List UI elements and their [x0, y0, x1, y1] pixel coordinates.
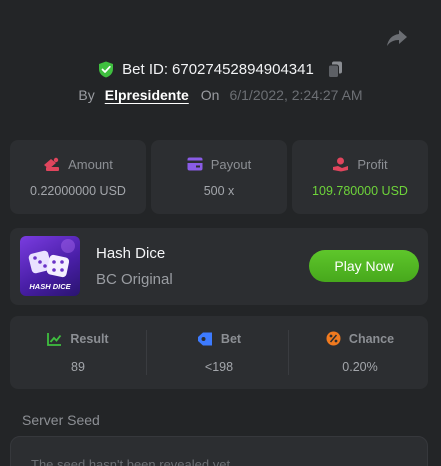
- chance-header: Chance: [326, 331, 394, 346]
- bet-date: 6/1/2022, 2:24:27 AM: [229, 87, 363, 103]
- on-label: On: [200, 87, 220, 103]
- shield-check-icon: [99, 61, 114, 77]
- amount-value: 0.22000000 USD: [30, 183, 126, 198]
- profit-label: Profit: [357, 156, 388, 172]
- share-icon: [387, 30, 407, 46]
- result-label: Result: [70, 331, 109, 346]
- payout-header: Payout: [187, 157, 251, 172]
- game-thumbnail[interactable]: HASH DICE: [20, 236, 80, 296]
- server-seed-text: The seed hasn't been revealed yet: [31, 457, 231, 466]
- server-seed-label: Server Seed: [22, 412, 100, 428]
- result-icon: [47, 332, 62, 346]
- amount-label: Amount: [68, 156, 113, 172]
- bet-icon: [197, 332, 212, 345]
- game-card: HASH DICE Hash Dice BC Original Play Now: [10, 228, 428, 305]
- bet-id-label: Bet ID:: [122, 60, 169, 78]
- game-thumb-text: HASH DICE: [29, 282, 71, 291]
- result-header: Result: [47, 331, 109, 346]
- share-button[interactable]: [385, 27, 409, 49]
- divider: [146, 330, 147, 375]
- amount-icon: [44, 157, 60, 171]
- chance-value: 0.20%: [342, 360, 378, 374]
- result-panel: Result 89 Bet <198 Chance 0.20%: [10, 316, 428, 389]
- game-subtitle: BC Original: [96, 271, 173, 288]
- bet-id-value: 67027452894904341: [172, 60, 314, 78]
- result-column: Result 89: [10, 316, 146, 389]
- amount-header: Amount: [43, 157, 113, 172]
- divider: [288, 330, 289, 375]
- payout-value: 500 x: [203, 183, 235, 198]
- bet-header: Bet: [197, 332, 241, 346]
- bet-column: Bet <198: [151, 316, 287, 389]
- amount-card: Amount 0.22000000 USD: [10, 140, 146, 214]
- game-title: Hash Dice: [96, 245, 166, 262]
- payout-icon: [187, 157, 203, 171]
- play-now-button[interactable]: Play Now: [309, 250, 419, 282]
- bet-value: <198: [204, 359, 234, 374]
- username-link[interactable]: Elpresidente: [105, 87, 189, 103]
- profit-icon: [333, 157, 349, 171]
- payout-card: Payout 500 x: [151, 140, 287, 214]
- result-value: 89: [71, 359, 85, 374]
- copy-button[interactable]: [327, 61, 343, 78]
- chance-label: Chance: [348, 331, 395, 346]
- server-seed-box: The seed hasn't been revealed yet: [10, 436, 428, 466]
- bet-id-row: Bet ID: 67027452894904341: [0, 58, 441, 80]
- chance-column: Chance 0.20%: [292, 316, 428, 389]
- bet-label: Bet: [220, 331, 242, 346]
- percent-icon: [326, 331, 341, 346]
- profit-value: 109.780000 USD: [312, 183, 408, 198]
- profit-header: Profit: [332, 156, 388, 172]
- payout-label: Payout: [210, 156, 252, 172]
- copy-icon: [327, 61, 342, 78]
- bet-meta-row: By Elpresidente On 6/1/2022, 2:24:27 AM: [0, 85, 441, 105]
- profit-card: Profit 109.780000 USD: [292, 140, 428, 214]
- by-label: By: [78, 87, 95, 103]
